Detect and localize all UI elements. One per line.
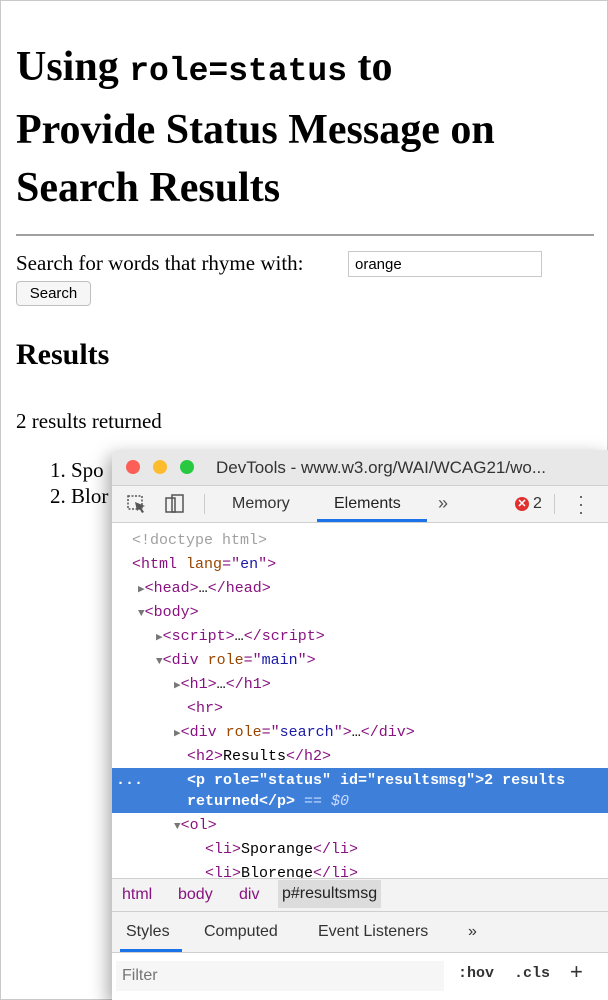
expand-triangle-icon[interactable]: ▶ [156,632,163,644]
error-count[interactable]: 2 [533,495,542,513]
dom-ol-node[interactable]: ▼<ol> [174,814,217,838]
dom-h1-node[interactable]: ▶<h1>…</h1> [174,673,271,697]
tab-event-listeners[interactable]: Event Listeners [318,923,428,941]
list-item: 1. Spo [50,458,104,482]
collapse-triangle-icon[interactable]: ▼ [138,608,145,620]
dom-div-main-node[interactable]: ▼<div role="main"> [156,649,316,673]
breadcrumb-body[interactable]: body [178,886,213,904]
styles-filter-bar: :hov .cls + [112,953,608,1000]
devtools-titlebar: DevTools - www.w3.org/WAI/WCAG21/wo... [112,450,608,486]
horizontal-rule [16,234,594,236]
toolbar-separator [204,494,205,514]
tab-styles[interactable]: Styles [126,923,170,941]
toolbar-separator [554,494,555,514]
more-subtabs-button[interactable]: » [468,923,477,941]
expand-triangle-icon[interactable]: ▶ [174,728,181,740]
more-tabs-button[interactable]: » [438,493,448,514]
minimize-window-button[interactable] [153,460,167,474]
hover-state-toggle[interactable]: :hov [458,965,494,982]
collapse-triangle-icon[interactable]: ▼ [156,656,163,668]
close-window-button[interactable] [126,460,140,474]
tab-elements[interactable]: Elements [334,495,401,513]
class-toggle[interactable]: .cls [514,965,550,982]
devtools-window: DevTools - www.w3.org/WAI/WCAG21/wo... M… [112,450,608,1000]
breadcrumb-html[interactable]: html [122,886,152,904]
add-style-rule-button[interactable]: + [570,959,583,985]
page-title-code: role=status [129,53,348,90]
dom-h2-node[interactable]: <h2>Results</h2> [187,745,331,769]
expand-triangle-icon[interactable]: ▶ [138,584,145,596]
breadcrumb-div[interactable]: div [239,886,259,904]
dom-html-node[interactable]: <html lang="en"> [132,553,276,577]
dom-body-node[interactable]: ▼<body> [138,601,199,625]
tab-memory[interactable]: Memory [232,495,290,513]
error-icon[interactable]: ✕ [515,497,529,511]
list-item: 2. Blor [50,484,109,508]
search-button[interactable]: Search [16,281,91,306]
dom-div-search-node[interactable]: ▶<div role="search">…</div> [174,721,415,745]
search-input[interactable] [348,251,542,277]
dom-li-node[interactable]: <li>Sporange</li> [205,838,358,862]
inspect-element-icon[interactable] [126,494,148,514]
dom-doctype: <!doctype html> [132,532,268,549]
active-tab-indicator [317,519,427,522]
search-label: Search for words that rhyme with: [16,251,304,275]
expand-triangle-icon[interactable]: ▶ [174,680,181,692]
breadcrumb-p-resultsmsg[interactable]: p#resultsmsg [278,880,382,908]
dom-head-node[interactable]: ▶<head>…</head> [138,577,271,601]
dom-breadcrumb: html body div p#resultsmsg [112,878,608,912]
page-title: Using role=status to Provide Status Messa… [16,44,495,211]
dom-script-node[interactable]: ▶<script>…</script> [156,625,325,649]
results-status-message: 2 results returned [16,409,162,433]
device-toolbar-icon[interactable] [164,494,186,514]
dom-row-menu-dots[interactable]: ... [116,769,143,793]
tab-computed[interactable]: Computed [204,923,278,941]
styles-subtabs: Styles Computed Event Listeners » [112,912,608,953]
results-list: 1. Spo 2. Blor [50,457,108,509]
kebab-menu-icon[interactable]: · · · [576,487,586,521]
dom-p-status-node-cont[interactable]: returned</p> == $0 [187,790,349,814]
active-subtab-indicator [120,949,182,952]
devtools-toolbar: Memory Elements » ✕ 2 · · · [112,486,608,523]
styles-filter-input[interactable] [116,961,444,991]
elements-panel: <!doctype html> <html lang="en"> ▶<head>… [112,523,608,882]
maximize-window-button[interactable] [180,460,194,474]
dom-hr-node[interactable]: <hr> [187,697,223,721]
collapse-triangle-icon[interactable]: ▼ [174,821,181,833]
devtools-title: DevTools - www.w3.org/WAI/WCAG21/wo... [216,458,547,477]
results-heading: Results [16,338,110,371]
